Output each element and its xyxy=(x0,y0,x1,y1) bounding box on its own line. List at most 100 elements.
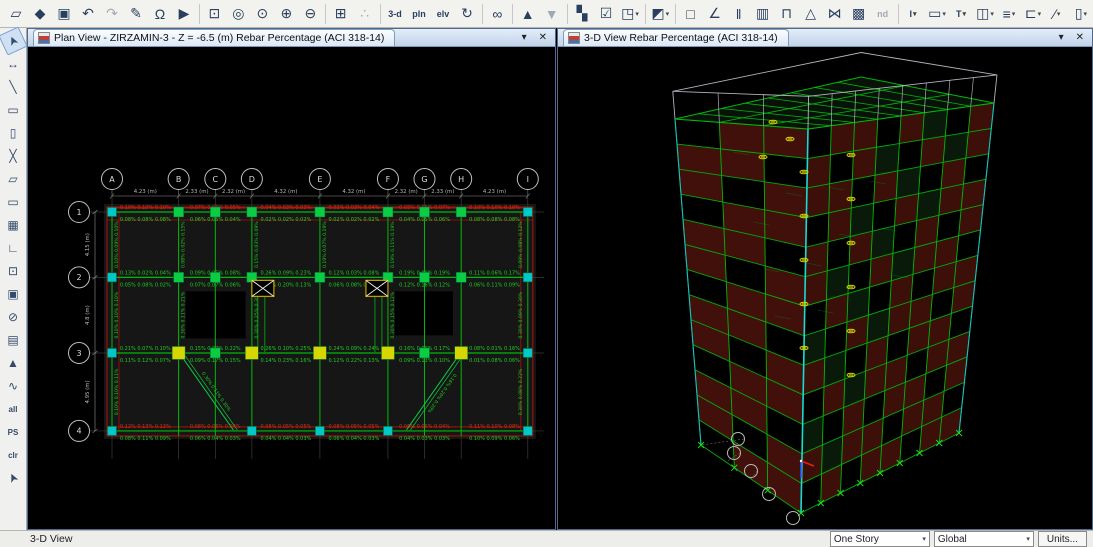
chevron-down-icon: ▾ xyxy=(913,10,917,18)
section-box-button[interactable]: ◫▾ xyxy=(973,3,997,25)
view-3d-button[interactable]: 3-d xyxy=(383,3,407,25)
new-model-button[interactable]: ▱ xyxy=(4,3,28,25)
restore-full-view-button[interactable]: ◎ xyxy=(226,3,250,25)
svg-text:H: H xyxy=(458,175,464,184)
previous-zoom-button[interactable]: ⊙ xyxy=(250,3,274,25)
draw-line-tool[interactable]: ╲ xyxy=(2,76,24,98)
draw-links-button[interactable]: ⋈ xyxy=(823,3,847,25)
plan-view-canvas[interactable]: 0.30% 0.11% 0.30%0.16% 0.20% 0.20%4.23 (… xyxy=(28,47,555,529)
rubber-band-zoom-button[interactable]: ⊡ xyxy=(202,3,226,25)
select-window-tool[interactable]: ⊡ xyxy=(2,260,24,282)
chevron-down-icon: ▾ xyxy=(962,10,966,18)
move-up-in-list-button[interactable]: ▲ xyxy=(516,3,540,25)
svg-text:0.26% 0.09% 0.23%: 0.26% 0.09% 0.23% xyxy=(260,270,311,276)
plan-window-tab[interactable]: Plan View - ZIRZAMIN-3 - Z = -6.5 (m) Re… xyxy=(33,29,395,46)
set-display-options-button[interactable]: ∞ xyxy=(485,3,509,25)
svg-text:4.23 (m): 4.23 (m) xyxy=(134,189,157,195)
nd-label[interactable]: nd xyxy=(871,3,895,25)
run-analysis-button[interactable]: ▶ xyxy=(172,3,196,25)
select-previous-selection-button[interactable]: PS xyxy=(2,421,24,443)
draw-floor-tool[interactable]: ▱ xyxy=(2,168,24,190)
draw-columns-button[interactable]: ‖ xyxy=(727,3,751,25)
svg-text:0.09% 0.17% 0.15%: 0.09% 0.17% 0.15% xyxy=(190,358,241,364)
zoom-in-button[interactable]: ⊕ xyxy=(274,3,298,25)
section-wall-button[interactable]: ▯▾ xyxy=(1069,3,1093,25)
object-view-options-button[interactable]: ◳▾ xyxy=(618,3,642,25)
plan-window-close-icon[interactable]: ✕ xyxy=(539,32,547,43)
svg-text:0.08% 0.08% 0.08%: 0.08% 0.08% 0.08% xyxy=(120,217,171,223)
plan-window-dropdown-icon[interactable]: ▾ xyxy=(522,32,527,43)
view3d-window-close-icon[interactable]: ✕ xyxy=(1076,32,1084,43)
svg-text:0.08% 0.05% 0.05%: 0.08% 0.05% 0.05% xyxy=(260,424,311,430)
assign-pattern-button[interactable]: ▚ xyxy=(570,3,594,25)
view-elevation-button[interactable]: elv xyxy=(431,3,455,25)
svg-text:2.32 (m): 2.32 (m) xyxy=(395,189,418,195)
rotate-3d-view-button[interactable]: ↻ xyxy=(455,3,479,25)
draw-floor-region-tool[interactable]: ▦ xyxy=(2,214,24,236)
story-selector[interactable]: One Story ▾ xyxy=(830,531,930,547)
chevron-down-icon: ▾ xyxy=(1026,535,1030,543)
section-channel-button[interactable]: ⊏▾ xyxy=(1021,3,1045,25)
draw-frame-button[interactable]: ⊓ xyxy=(775,3,799,25)
frame-section-i-button[interactable]: I▾ xyxy=(901,3,925,25)
svg-text:2.33 (m): 2.33 (m) xyxy=(431,189,454,195)
clear-selection-button[interactable]: clr xyxy=(2,444,24,466)
section-slope-button[interactable]: ∕▾ xyxy=(1045,3,1069,25)
plan-titlebar-spacer xyxy=(395,29,521,46)
extruded-view-button[interactable]: ◩▾ xyxy=(648,3,672,25)
reshape-object-tool[interactable]: ↔ xyxy=(2,53,24,75)
check-model-button[interactable]: ☑ xyxy=(594,3,618,25)
lock-model-button[interactable]: Ω xyxy=(148,3,172,25)
zoom-out-button[interactable]: ⊖ xyxy=(298,3,322,25)
open-file-button[interactable]: ◆ xyxy=(28,3,52,25)
save-button[interactable]: ▣ xyxy=(52,3,76,25)
draw-reference-point-button[interactable]: △ xyxy=(799,3,823,25)
svg-text:0.12% 0.13% 0.13%: 0.12% 0.13% 0.13% xyxy=(120,424,171,430)
section-rectangle-button[interactable]: ▭▾ xyxy=(925,3,949,25)
view-3d-canvas[interactable] xyxy=(558,47,1092,529)
draw-image-button[interactable]: ▩ xyxy=(847,3,871,25)
undo-button[interactable]: ↶ xyxy=(76,3,100,25)
move-down-in-list-button[interactable]: ▼ xyxy=(540,3,564,25)
draw-column-tool[interactable]: ▯ xyxy=(2,122,24,144)
chevron-down-icon: ▾ xyxy=(990,10,994,18)
draw-brace-tool[interactable]: ╳ xyxy=(2,145,24,167)
draw-pen-button[interactable]: ✎ xyxy=(124,3,148,25)
select-all-button[interactable]: all xyxy=(2,398,24,420)
pan-button[interactable]: ⊞ xyxy=(329,3,353,25)
units-button[interactable]: Units... xyxy=(1038,531,1087,547)
draw-rectangle-button[interactable]: □ xyxy=(679,3,703,25)
chevron-down-icon: ▾ xyxy=(1057,10,1061,18)
draw-null-line-tool[interactable]: ⊘ xyxy=(2,306,24,328)
draw-spline-tool[interactable]: ∿ xyxy=(2,375,24,397)
get-previous-selection-button[interactable]: ➤ xyxy=(0,463,28,492)
coordinate-system-selector[interactable]: Global ▾ xyxy=(934,531,1034,547)
draw-wall-corner-tool[interactable]: ∟ xyxy=(2,237,24,259)
section-rebar-button[interactable]: ≡▾ xyxy=(997,3,1021,25)
svg-text:1: 1 xyxy=(76,208,81,217)
view3d-window-tab[interactable]: 3-D View Rebar Percentage (ACI 318-14) xyxy=(563,29,789,46)
draw-frame-region-tool[interactable]: ▭ xyxy=(2,99,24,121)
draw-angle-button[interactable]: ∠ xyxy=(703,3,727,25)
select-pointer-tool[interactable]: ➤ xyxy=(0,26,28,55)
view3d-window-dropdown-icon[interactable]: ▾ xyxy=(1059,32,1064,43)
snap-points-button[interactable]: ∴ xyxy=(353,3,377,25)
draw-grid-tool[interactable]: ▤ xyxy=(2,329,24,351)
status-view-label: 3-D View xyxy=(30,533,72,545)
svg-text:0.06% 0.06% 0.04%: 0.06% 0.06% 0.04% xyxy=(399,424,450,430)
section-tee-button[interactable]: T▾ xyxy=(949,3,973,25)
svg-text:G: G xyxy=(421,175,427,184)
svg-text:0.10% 0.09% 0.06%: 0.10% 0.09% 0.06% xyxy=(469,436,520,442)
view-plan-button[interactable]: pln xyxy=(407,3,431,25)
svg-text:0.01% 0.08% 0.06%: 0.01% 0.08% 0.06% xyxy=(469,358,520,364)
svg-text:0.09% 0.08% 0.12%: 0.09% 0.08% 0.12% xyxy=(518,221,524,268)
draw-walls-button[interactable]: ▥ xyxy=(751,3,775,25)
draw-ramp-tool[interactable]: ▲ xyxy=(2,352,24,374)
svg-text:0.08% 0.11% 0.09%: 0.08% 0.11% 0.09% xyxy=(120,436,171,442)
draw-wall-tool[interactable]: ▭ xyxy=(2,191,24,213)
svg-text:0.19% 0.07% 0.19%: 0.19% 0.07% 0.19% xyxy=(322,221,328,268)
redo-button[interactable]: ↷ xyxy=(100,3,124,25)
svg-text:0.11% 0.10% 0.08%: 0.11% 0.10% 0.08% xyxy=(469,424,520,430)
svg-text:0.05% 0.08% 0.02%: 0.05% 0.08% 0.02% xyxy=(120,282,171,288)
draw-slab-tool[interactable]: ▣ xyxy=(2,283,24,305)
